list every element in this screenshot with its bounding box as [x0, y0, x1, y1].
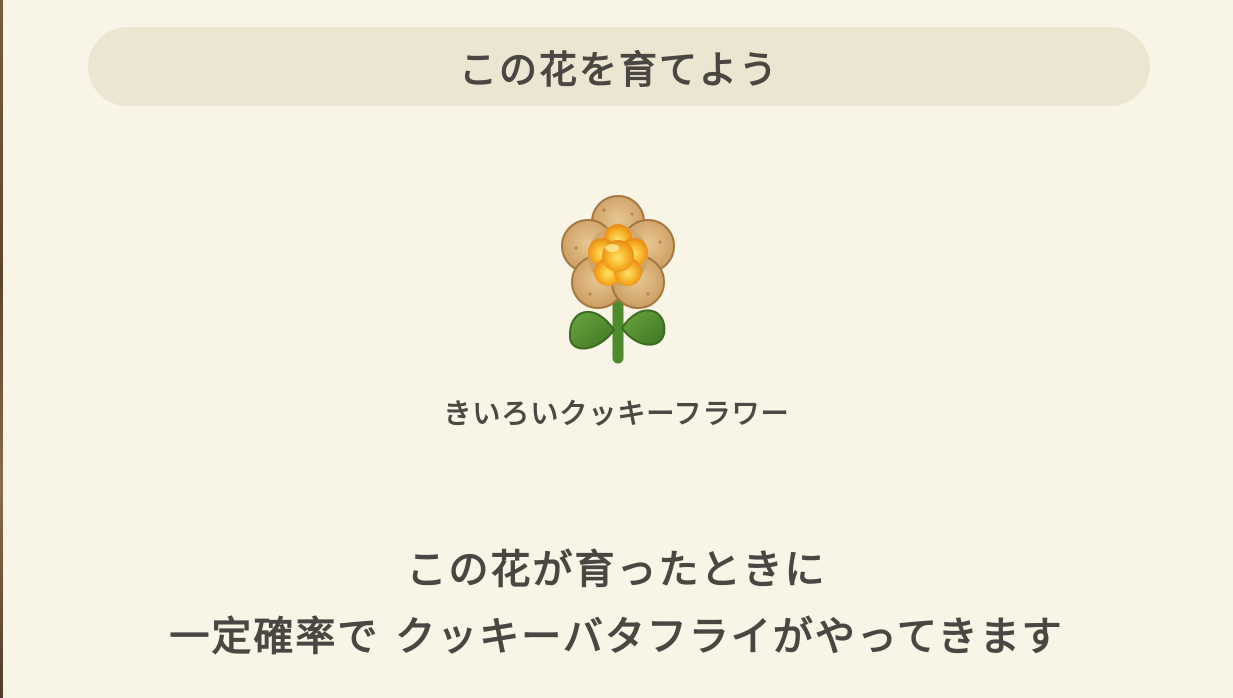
page-title: この花を育てよう	[458, 48, 779, 92]
flower-name: きいろいクッキーフラワー	[443, 397, 790, 430]
flower-illustration	[561, 195, 675, 364]
cookie-flower-icon	[552, 190, 684, 370]
description-line-2: 一定確率で クッキーバタフライがやってきます	[169, 614, 1064, 660]
title-banner: この花を育てよう	[88, 27, 1150, 106]
description-line-1: この花が育ったときに	[406, 547, 827, 593]
